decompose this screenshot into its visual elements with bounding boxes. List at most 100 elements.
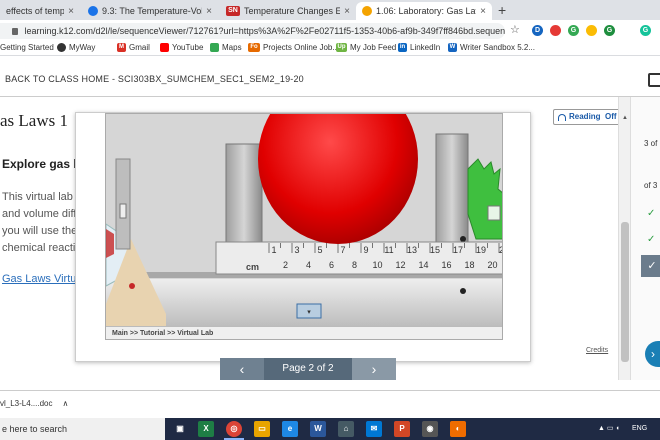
bookmark-my-job-feed[interactable]: Up My Job Feed (336, 43, 396, 52)
bookmark-projects-online[interactable]: Fo Projects Online Job... (248, 43, 339, 52)
extension-red-icon[interactable] (550, 25, 561, 36)
download-item[interactable]: vl_L3-L4....doc ∧ (0, 399, 68, 408)
page-title: as Laws 1 (0, 111, 68, 130)
virtual-lab-scene: 12345678910111213141516171819202122 cm ▾ (106, 114, 502, 326)
green-glove (467, 158, 502, 240)
bookmark-label: MyWay (69, 43, 96, 52)
slide-handle[interactable] (487, 205, 501, 221)
edge-icon[interactable]: e (282, 421, 298, 437)
chevron-up-icon[interactable]: ∧ (62, 399, 68, 408)
bookmark-maps[interactable]: Maps (210, 43, 242, 52)
text-line: and volume diff (2, 208, 77, 220)
reading-label: Reading (569, 112, 601, 121)
powerpoint-icon[interactable]: P (394, 421, 410, 437)
tab-laboratory-gas-laws[interactable]: 1.06: Laboratory: Gas Laws 1 - SC × (356, 2, 492, 20)
tab-title: 9.3: The Temperature-Volume Re (102, 6, 202, 16)
extension-g-icon[interactable]: G (604, 25, 615, 36)
scroll-up-icon[interactable]: ▲ (622, 115, 628, 121)
gmail-icon: M (117, 43, 126, 52)
current-item-check-icon[interactable]: ✓ (641, 255, 660, 277)
ruler-number: 18 (464, 260, 474, 270)
page-scrollbar[interactable]: ▲ (618, 97, 630, 380)
close-icon[interactable]: × (480, 6, 486, 17)
lab-breadcrumb[interactable]: Main >> Tutorial >> Virtual Lab (106, 326, 502, 339)
taskbar-search-input[interactable]: e here to search (0, 418, 165, 440)
page-count-of-label: of 3 (644, 181, 658, 190)
ruler-number: 6 (329, 260, 334, 270)
media-icon[interactable]: ◉ (422, 421, 438, 437)
bookmark-label: Getting Started (0, 43, 54, 52)
ruler-number: 5 (317, 245, 322, 255)
word-icon[interactable]: W (310, 421, 326, 437)
extension-yellow-icon[interactable] (586, 25, 597, 36)
close-icon[interactable]: × (68, 6, 74, 17)
virtual-lab-frame[interactable]: 12345678910111213141516171819202122 cm ▾… (105, 113, 503, 340)
ruler-number: 3 (294, 245, 299, 255)
drop-icon (88, 6, 98, 16)
tab-temperature-volume[interactable]: 9.3: The Temperature-Volume Re × (82, 2, 218, 20)
jaw-screw (460, 288, 466, 294)
myway-icon (57, 43, 66, 52)
youtube-icon (160, 43, 169, 52)
bookmark-star-icon[interactable]: ☆ (510, 23, 520, 36)
virtual-lab-link[interactable]: Gas Laws Virtu (2, 273, 76, 285)
store-icon[interactable]: ⌂ (338, 421, 354, 437)
mail-icon[interactable]: ✉ (366, 421, 382, 437)
ruler-number: 20 (487, 260, 497, 270)
next-arrow-icon[interactable]: › (645, 341, 660, 367)
app-icon[interactable]: ◐ (450, 421, 466, 437)
ruler-number: 8 (352, 260, 357, 270)
ruler-number: 1 (271, 245, 276, 255)
back-to-class-link[interactable]: BACK TO CLASS HOME - SCI303BX_SUMCHEM_SE… (5, 74, 304, 84)
reading-mode-toggle[interactable]: Reading Off (553, 109, 622, 125)
bookmark-youtube[interactable]: YouTube (160, 43, 203, 52)
bookmark-writer-sandbox[interactable]: W Writer Sandbox 5.2... (448, 43, 535, 52)
extension-green-icon[interactable]: G (568, 25, 579, 36)
bookmark-getting-started[interactable]: Getting Started (0, 43, 54, 52)
text-line: This virtual lab (2, 191, 73, 203)
file-explorer-icon[interactable]: ▭ (254, 421, 270, 437)
credits-link[interactable]: Credits (586, 347, 608, 354)
maps-icon (210, 43, 219, 52)
tab-title: effects of temperatu (6, 6, 65, 16)
check-icon[interactable]: ✓ (647, 208, 655, 219)
language-indicator[interactable]: ENG (632, 418, 647, 440)
ruler-number: 7 (340, 245, 345, 255)
scrollbar-thumb[interactable] (621, 222, 629, 362)
close-icon[interactable]: × (206, 6, 212, 17)
chrome-icon[interactable]: ◎ (226, 421, 242, 437)
tab-title: Temperature Changes Everything (244, 6, 341, 16)
ruler-number: 14 (418, 260, 428, 270)
task-view-icon[interactable]: ▣ (172, 421, 188, 437)
bookmark-linkedin[interactable]: in LinkedIn (398, 43, 440, 52)
window-toggle-icon[interactable] (648, 73, 660, 87)
ruler-number: 13 (407, 245, 417, 255)
next-page-button[interactable]: › (352, 358, 396, 380)
system-tray-icons[interactable]: ▲ ▭ ◖ (598, 418, 620, 440)
grammarly-icon[interactable]: G (640, 25, 651, 36)
intro-text: This virtual lab and volume diff you wil… (2, 189, 82, 257)
new-tab-button[interactable]: + (498, 2, 506, 18)
lms-header: BACK TO CLASS HOME - SCI303BX_SUMCHEM_SE… (0, 57, 660, 97)
check-icon[interactable]: ✓ (647, 234, 655, 245)
close-icon[interactable]: × (344, 6, 350, 17)
excel-icon[interactable]: X (198, 421, 214, 437)
bookmark-myway[interactable]: MyWay (57, 43, 95, 52)
bookmark-gmail[interactable]: M Gmail (117, 43, 150, 52)
k12-logo-icon (362, 6, 372, 16)
ruler-number: 15 (430, 245, 440, 255)
windows-taskbar: e here to search ▣ X ◎ ▭ e W ⌂ ✉ P ◉ ◐ ▲… (0, 418, 660, 440)
upwork-icon: Up (336, 43, 347, 52)
ruler-unit-label: cm (246, 262, 259, 272)
tab-title: 1.06: Laboratory: Gas Laws 1 - SC (376, 6, 476, 16)
extension-d-icon[interactable]: D (532, 25, 543, 36)
url-field[interactable]: learning.k12.com/d2l/le/sequenceViewer/7… (0, 23, 505, 39)
ruler-number: 19 (476, 245, 486, 255)
previous-page-button[interactable]: ‹ (220, 358, 264, 380)
bookmark-label: Maps (222, 43, 242, 52)
tab-temperature-changes[interactable]: SN Temperature Changes Everything × (220, 2, 356, 20)
tab-effects-of-temperature[interactable]: effects of temperatu × (0, 2, 80, 20)
bookmark-label: Projects Online Job... (263, 43, 340, 52)
progress-panel: 3 of of 3 ✓ ✓ ✓ › (630, 97, 660, 380)
caliper-left-tab (119, 203, 127, 219)
